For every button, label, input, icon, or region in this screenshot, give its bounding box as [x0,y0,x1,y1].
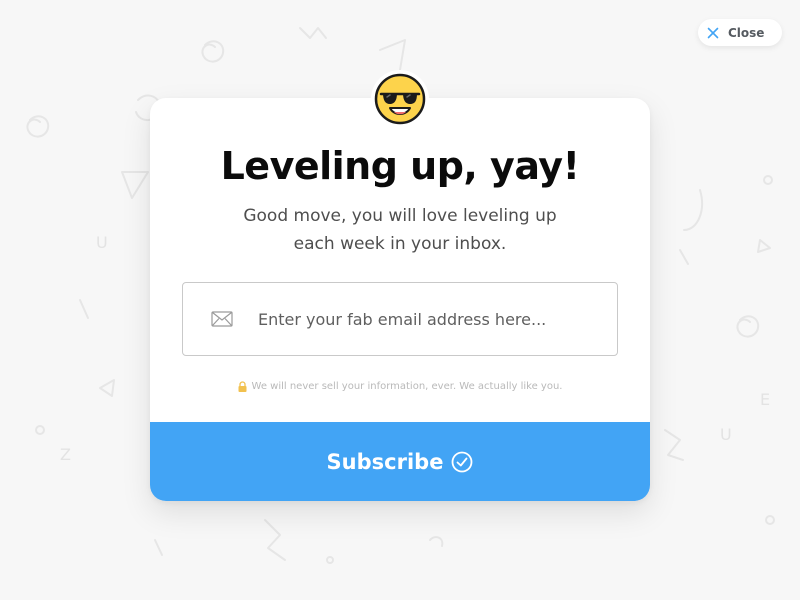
close-label: Close [728,25,765,40]
subtitle-line-1: Good move, you will love leveling up [243,206,557,226]
avatar [371,70,429,128]
close-icon [707,27,719,38]
lock-icon [238,381,247,392]
svg-text:Z: Z [60,445,71,464]
modal-subtitle: Good move, you will love leveling up eac… [210,202,590,258]
modal-title: Leveling up, yay! [220,144,580,188]
svg-text:U: U [720,425,732,444]
svg-text:E: E [760,390,770,409]
privacy-note: We will never sell your information, eve… [150,381,650,392]
subtitle-line-2: each week in your inbox. [293,234,507,254]
mail-icon [211,311,233,327]
check-circle-icon [452,451,473,472]
close-button[interactable]: Close [698,19,782,46]
sunglasses-emoji-icon [374,73,426,125]
subscribe-button[interactable]: Subscribe [150,422,650,501]
email-input[interactable] [258,309,588,329]
email-field[interactable] [182,282,618,356]
subscribe-label: Subscribe [326,449,444,474]
svg-text:U: U [96,233,108,252]
subscribe-modal: Leveling up, yay! Good move, you will lo… [150,98,650,501]
privacy-text: We will never sell your information, eve… [251,381,563,392]
